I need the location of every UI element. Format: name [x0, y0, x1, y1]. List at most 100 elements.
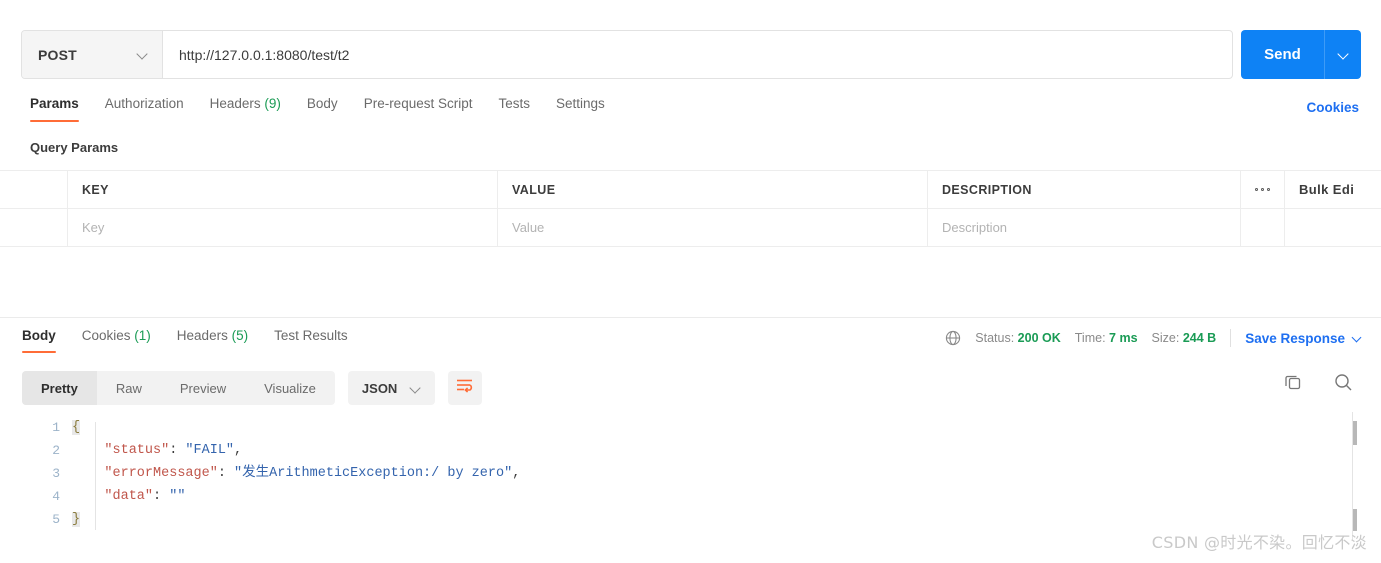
globe-icon	[945, 330, 961, 346]
response-tab-test-results[interactable]: Test Results	[274, 328, 362, 353]
line-number: 4	[52, 489, 60, 504]
response-body-code[interactable]: 1 2 3 4 5 { "status": "FAIL", "errorMessage"…	[0, 416, 1381, 541]
response-status-bar: Status: 200 OK Time: 7 ms Size: 244 B Sa…	[945, 329, 1363, 347]
tab-authorization[interactable]: Authorization	[105, 96, 201, 122]
code-scrollbar-thumb-top[interactable]	[1353, 421, 1357, 445]
row-checkbox-cell[interactable]	[0, 209, 68, 246]
tab-count: (1)	[134, 328, 151, 343]
tab-label: Headers	[209, 96, 261, 111]
tab-pre-request-script[interactable]: Pre-request Script	[364, 96, 490, 122]
response-body-toolbar: Pretty Raw Preview Visualize JSON	[22, 371, 483, 405]
tab-count: (9)	[264, 96, 281, 111]
tab-label: Body	[22, 328, 56, 343]
three-dots-icon	[1254, 187, 1271, 192]
request-tabs: Params Authorization Headers (9) Body Pr…	[30, 96, 631, 122]
tab-label: Headers	[176, 328, 228, 343]
key-placeholder: Key	[82, 220, 105, 235]
view-mode-preview[interactable]: Preview	[161, 371, 245, 405]
view-mode-segmented-control: Pretty Raw Preview Visualize	[22, 371, 335, 405]
response-format-select[interactable]: JSON	[347, 371, 436, 405]
pane-divider[interactable]	[0, 317, 1381, 318]
http-method-select[interactable]: POST	[22, 31, 163, 78]
tab-label: Cookies	[81, 328, 131, 343]
tab-params[interactable]: Params	[30, 96, 96, 122]
tab-headers[interactable]: Headers (9)	[210, 96, 298, 122]
view-mode-visualize[interactable]: Visualize	[245, 371, 335, 405]
size-group[interactable]: Size: 244 B	[1152, 331, 1217, 345]
send-options-button[interactable]	[1325, 30, 1361, 79]
bulk-edit-button[interactable]: Bulk Edi	[1285, 171, 1381, 208]
tab-tests[interactable]: Tests	[498, 96, 547, 122]
code-token: ,	[512, 466, 521, 481]
response-tab-headers[interactable]: Headers (5)	[177, 328, 262, 353]
code-token: "status"	[104, 443, 170, 458]
search-button[interactable]	[1333, 372, 1353, 397]
format-label: JSON	[361, 380, 398, 396]
word-wrap-icon	[456, 378, 474, 398]
query-params-title: Query Params	[30, 140, 119, 155]
size-label: Size:	[1151, 331, 1180, 345]
save-response-label: Save Response	[1245, 330, 1345, 346]
row-end-cell	[1285, 209, 1381, 246]
view-mode-raw[interactable]: Raw	[97, 371, 161, 405]
row-key-input[interactable]: Key	[68, 209, 498, 246]
chevron-down-icon	[1352, 333, 1363, 344]
status-code-group[interactable]: Status: 200 OK	[975, 331, 1061, 345]
code-token: ""	[169, 489, 186, 504]
line-number: 3	[52, 466, 60, 481]
line-number: 2	[52, 443, 60, 458]
time-label: Time:	[1074, 331, 1106, 345]
view-mode-pretty[interactable]: Pretty	[22, 371, 97, 405]
cookies-link[interactable]: Cookies	[1306, 100, 1359, 115]
response-tab-cookies[interactable]: Cookies (1)	[82, 328, 165, 353]
watermark: CSDN @时光不染。回忆不淡	[1151, 533, 1367, 552]
code-line: "errorMessage": "发生ArithmeticException:/…	[72, 462, 1381, 485]
save-response-button[interactable]: Save Response	[1245, 331, 1363, 346]
code-lines: { "status": "FAIL", "errorMessage": "发生A…	[72, 416, 1381, 531]
description-placeholder: Description	[942, 220, 1008, 235]
url-bar: POST http://127.0.0.1:8080/test/t2	[21, 30, 1233, 79]
bulk-edit-label: Bulk Edi	[1299, 182, 1355, 197]
search-icon	[1333, 372, 1353, 397]
code-line: "data": ""	[72, 485, 1381, 508]
code-token: ,	[234, 443, 243, 458]
time-value: 7 ms	[1109, 331, 1138, 345]
tab-body[interactable]: Body	[307, 96, 355, 122]
table-header-row: KEY VALUE DESCRIPTION Bulk Edi	[0, 171, 1381, 209]
response-actions	[1283, 372, 1353, 397]
copy-icon	[1283, 372, 1303, 397]
tab-label: Settings	[556, 96, 605, 111]
table-options-button[interactable]	[1241, 171, 1285, 208]
send-button[interactable]: Send	[1241, 30, 1325, 79]
status-value: 200 OK	[1017, 331, 1061, 345]
response-tab-body[interactable]: Body	[22, 328, 70, 353]
header-description: DESCRIPTION	[928, 171, 1241, 208]
tab-settings[interactable]: Settings	[556, 96, 622, 122]
row-spacer-cell	[1241, 209, 1285, 246]
tab-label: Authorization	[104, 96, 184, 111]
copy-button[interactable]	[1283, 372, 1303, 397]
chevron-down-icon	[410, 383, 421, 394]
row-value-input[interactable]: Value	[498, 209, 928, 246]
word-wrap-button[interactable]	[448, 371, 483, 405]
code-scrollbar-thumb-bottom[interactable]	[1353, 509, 1357, 531]
tab-label: Params	[30, 96, 79, 111]
code-token: :	[217, 466, 235, 481]
row-description-input[interactable]: Description	[928, 209, 1241, 246]
line-number-gutter: 1 2 3 4 5	[0, 416, 72, 531]
code-line: }	[72, 508, 1381, 531]
header-key: KEY	[68, 171, 498, 208]
code-token: :	[153, 489, 170, 504]
header-value: VALUE	[498, 171, 928, 208]
url-input[interactable]: http://127.0.0.1:8080/test/t2	[163, 31, 1232, 78]
line-number: 5	[52, 512, 60, 527]
code-token: "FAIL"	[185, 443, 235, 458]
query-params-table: KEY VALUE DESCRIPTION Bulk Edi Key Value…	[0, 170, 1381, 247]
status-divider	[1230, 329, 1232, 347]
time-group[interactable]: Time: 7 ms	[1075, 331, 1138, 345]
code-line: {	[72, 416, 1381, 439]
code-token: {	[72, 420, 81, 435]
code-token: }	[72, 512, 81, 527]
